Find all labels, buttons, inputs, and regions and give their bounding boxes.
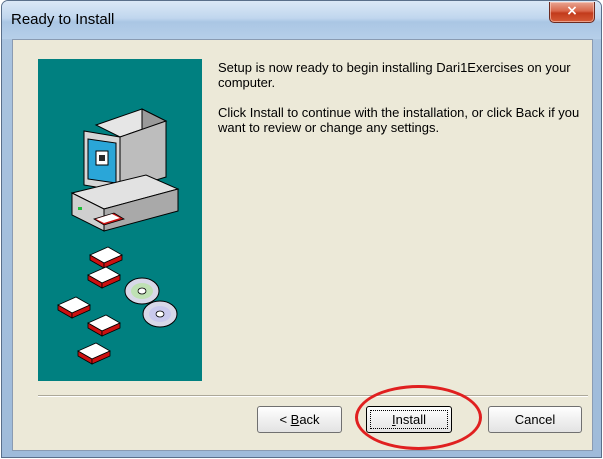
install-message: Setup is now ready to begin installing D… bbox=[218, 60, 588, 150]
installer-window: Ready to Install × Setup is now ready to… bbox=[1, 0, 602, 458]
cancel-button[interactable]: Cancel bbox=[488, 406, 582, 433]
message-paragraph-2: Click Install to continue with the insta… bbox=[218, 105, 580, 135]
button-separator bbox=[38, 395, 588, 397]
floppy-disk-icon bbox=[57, 246, 123, 365]
computer-icon bbox=[70, 108, 180, 232]
highlight-circle bbox=[355, 385, 482, 450]
message-paragraph-1: Setup is now ready to begin installing D… bbox=[218, 60, 571, 90]
setup-illustration-graphic bbox=[57, 108, 180, 365]
back-button-label-rest: ack bbox=[299, 412, 320, 427]
window-title: Ready to Install bbox=[11, 11, 115, 28]
setup-illustration bbox=[38, 59, 202, 381]
close-icon: × bbox=[566, 3, 578, 19]
title-bar: Ready to Install × bbox=[2, 1, 601, 39]
cd-disc-icon bbox=[124, 277, 178, 328]
back-button[interactable]: < Back bbox=[257, 406, 342, 433]
close-button[interactable]: × bbox=[549, 2, 595, 23]
dialog-body: Setup is now ready to begin installing D… bbox=[12, 39, 593, 451]
back-button-prefix: < bbox=[279, 412, 291, 427]
